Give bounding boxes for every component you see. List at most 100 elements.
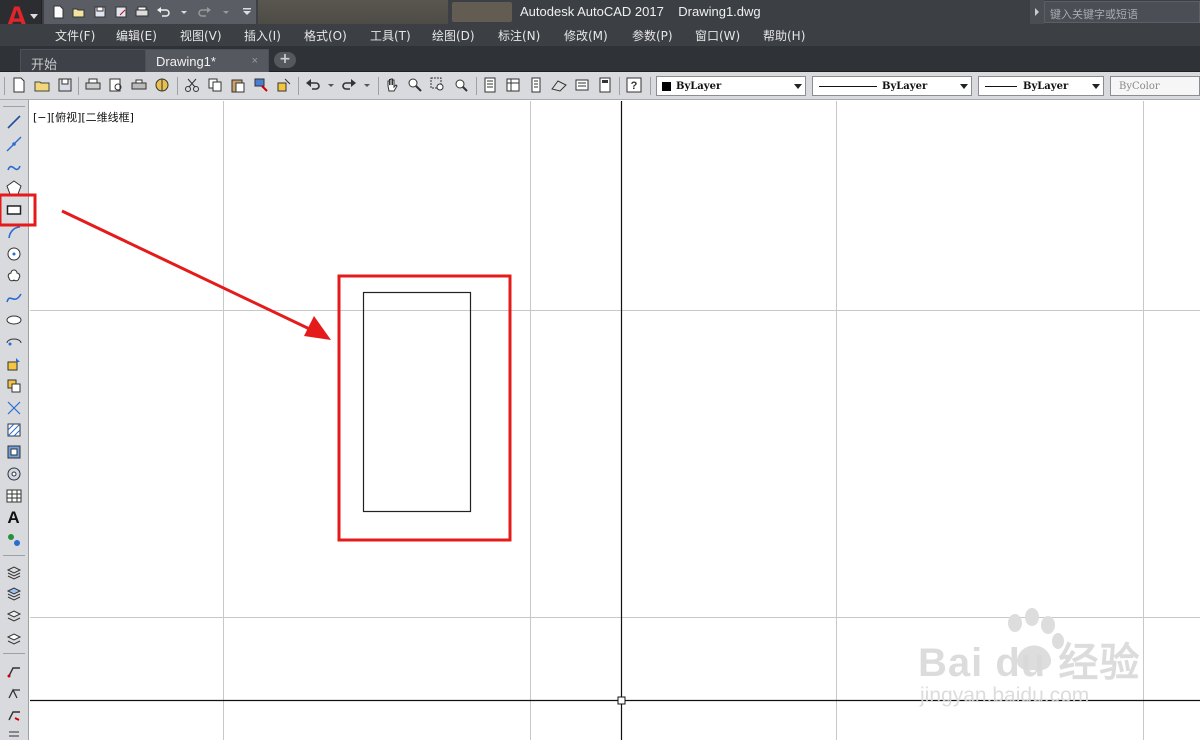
menu-file[interactable]: 文件(F)	[55, 27, 95, 44]
make-block-icon[interactable]	[4, 376, 23, 395]
table-icon[interactable]	[4, 486, 23, 505]
layer-states-icon[interactable]	[4, 584, 23, 603]
undo-icon[interactable]	[304, 76, 322, 94]
help-icon[interactable]: ?	[625, 76, 643, 94]
rectangle-icon[interactable]	[4, 200, 23, 219]
menu-window[interactable]: 窗口(W)	[695, 27, 740, 44]
save-icon[interactable]	[90, 2, 109, 22]
ellipse-icon[interactable]	[4, 310, 23, 329]
copy-icon[interactable]	[206, 76, 224, 94]
layer-previous-icon[interactable]	[4, 606, 23, 625]
close-icon[interactable]: ×	[252, 55, 258, 67]
tool-palettes-icon[interactable]	[527, 76, 545, 94]
plot-preview-icon[interactable]	[107, 76, 125, 94]
menu-modify[interactable]: 修改(M)	[564, 27, 608, 44]
save-as-icon[interactable]	[111, 2, 130, 22]
lineweight-value: ByLayer	[1023, 81, 1069, 92]
menu-view[interactable]: 视图(V)	[180, 27, 222, 44]
menu-parametric[interactable]: 参数(P)	[632, 27, 673, 44]
watermark-brand: Bai du 经验	[918, 641, 1141, 685]
cut-icon[interactable]	[183, 76, 201, 94]
circle-icon[interactable]	[4, 244, 23, 263]
open-folder-icon[interactable]	[69, 2, 88, 22]
linetype-preview	[819, 86, 877, 87]
menu-draw[interactable]: 绘图(D)	[432, 27, 475, 44]
layer-properties-icon[interactable]	[4, 562, 23, 581]
menu-bar: 文件(F) 编辑(E) 视图(V) 插入(I) 格式(O) 工具(T) 绘图(D…	[0, 24, 1200, 46]
spline-icon[interactable]	[4, 288, 23, 307]
lineweight-control[interactable]: ByLayer	[978, 76, 1104, 96]
multileader-icon[interactable]	[4, 660, 23, 679]
revision-cloud-icon[interactable]	[4, 266, 23, 285]
title-bar-filler	[452, 2, 512, 22]
save-icon[interactable]	[56, 76, 74, 94]
tab-label: 开始	[31, 57, 58, 72]
zoom-window-icon[interactable]	[429, 76, 447, 94]
plot-icon[interactable]	[84, 76, 102, 94]
redo-dropdown-icon[interactable]	[358, 76, 376, 94]
match-properties-icon[interactable]	[252, 76, 270, 94]
zoom-realtime-icon[interactable]	[406, 76, 424, 94]
new-file-icon[interactable]	[10, 76, 28, 94]
tab-start[interactable]: 开始	[20, 49, 146, 72]
hatch-icon[interactable]	[4, 420, 23, 439]
multiline-text-icon[interactable]: A	[4, 508, 23, 527]
remove-leader-icon[interactable]	[4, 704, 23, 723]
point-icon[interactable]	[4, 398, 23, 417]
customize-qat-icon[interactable]	[237, 2, 256, 22]
design-center-icon[interactable]	[504, 76, 522, 94]
quickcalc-icon[interactable]	[596, 76, 614, 94]
color-value: ByLayer	[676, 81, 722, 92]
linetype-control[interactable]: ByLayer	[812, 76, 972, 96]
file-tab-bar: 开始 Drawing1* ×	[0, 46, 1200, 72]
publish-icon[interactable]	[130, 76, 148, 94]
menu-dimension[interactable]: 标注(N)	[498, 27, 540, 44]
pan-icon[interactable]	[383, 76, 401, 94]
construction-line-icon[interactable]	[4, 134, 23, 153]
menu-help[interactable]: 帮助(H)	[763, 27, 805, 44]
insert-block-icon[interactable]	[4, 354, 23, 373]
markup-icon[interactable]	[573, 76, 591, 94]
align-leaders-icon[interactable]	[4, 726, 23, 745]
paste-icon[interactable]	[229, 76, 247, 94]
zoom-previous-icon[interactable]	[452, 76, 470, 94]
menu-tools[interactable]: 工具(T)	[370, 27, 411, 44]
3d-print-icon[interactable]	[153, 76, 171, 94]
tab-drawing1[interactable]: Drawing1* ×	[145, 49, 269, 72]
undo-dropdown-icon[interactable]	[174, 2, 193, 22]
block-editor-icon[interactable]	[275, 76, 293, 94]
sheet-set-icon[interactable]	[550, 76, 568, 94]
color-control[interactable]: ByLayer	[656, 76, 806, 96]
tab-label: Drawing1*	[156, 54, 216, 69]
add-selected-icon[interactable]	[4, 530, 23, 549]
menu-format[interactable]: 格式(O)	[304, 27, 347, 44]
polyline-icon[interactable]	[4, 156, 23, 175]
arc-icon[interactable]	[4, 222, 23, 241]
line-icon[interactable]	[4, 112, 23, 131]
gradient-icon[interactable]	[4, 442, 23, 461]
menu-edit[interactable]: 编辑(E)	[116, 27, 157, 44]
region-icon[interactable]	[4, 464, 23, 483]
search-input[interactable]: 键入关键字或短语	[1044, 1, 1200, 23]
undo-dropdown-icon[interactable]	[322, 76, 340, 94]
undo-icon[interactable]	[153, 2, 172, 22]
new-file-icon[interactable]	[48, 2, 67, 22]
layer-isolate-icon[interactable]	[4, 628, 23, 647]
new-tab-button[interactable]: +	[274, 52, 296, 68]
chevron-down-icon	[30, 14, 38, 19]
menu-insert[interactable]: 插入(I)	[244, 27, 281, 44]
print-icon[interactable]	[132, 2, 151, 22]
toolbar-separator	[650, 77, 651, 95]
plotstyle-control[interactable]: ByColor	[1110, 76, 1200, 96]
add-leader-icon[interactable]	[4, 682, 23, 701]
search-expand-icon[interactable]	[1030, 0, 1044, 24]
polygon-icon[interactable]	[4, 178, 23, 197]
redo-dropdown-icon[interactable]	[216, 2, 235, 22]
color-swatch	[662, 82, 671, 91]
viewport-controls[interactable]: [−][俯视][二维线框]	[33, 109, 134, 125]
redo-icon[interactable]	[195, 2, 214, 22]
open-folder-icon[interactable]	[33, 76, 51, 94]
properties-icon[interactable]	[481, 76, 499, 94]
ellipse-arc-icon[interactable]	[4, 332, 23, 351]
redo-icon[interactable]	[340, 76, 358, 94]
